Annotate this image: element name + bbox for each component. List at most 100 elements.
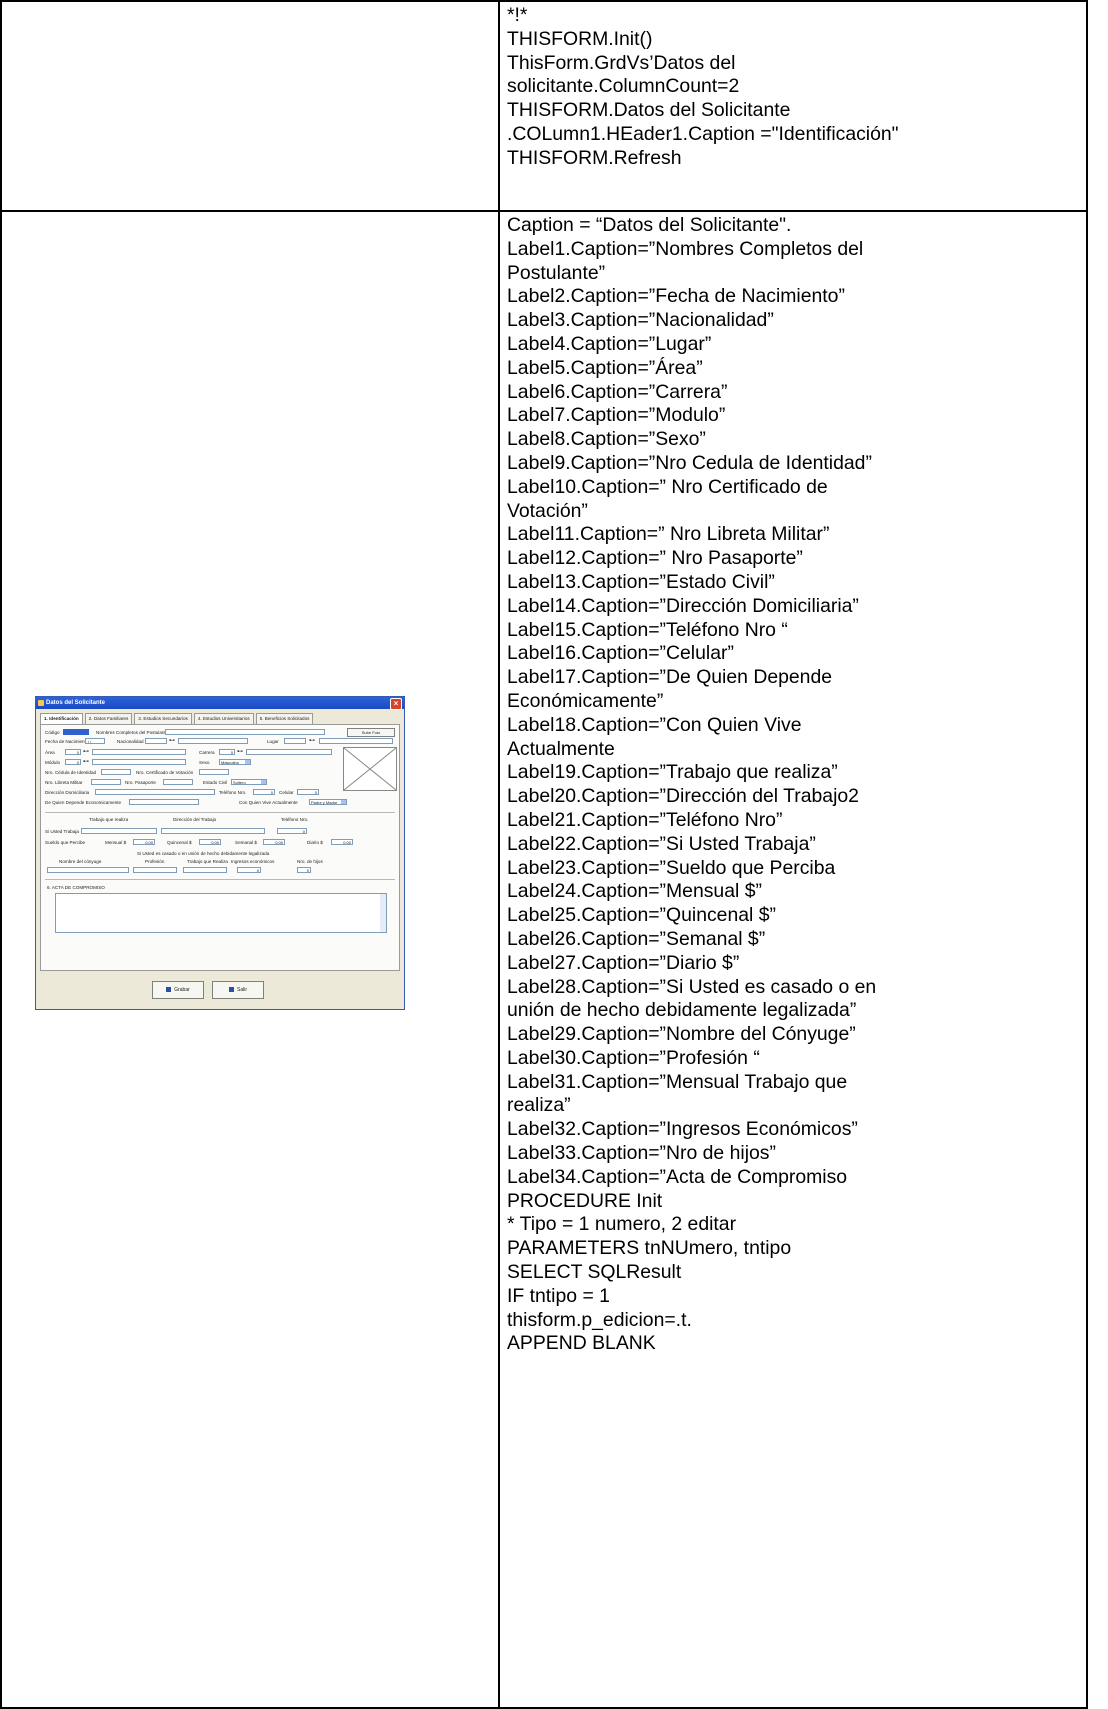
code-line: IF tntipo = 1 (507, 1284, 610, 1307)
binoculars-icon[interactable]: ⊷ (83, 759, 90, 765)
binoculars-icon[interactable]: ⊷ (169, 738, 176, 744)
binoculars-icon[interactable]: ⊷ (83, 749, 90, 755)
diario-field[interactable]: 0.00 (331, 839, 353, 845)
code-line: Votación” (507, 499, 588, 522)
dir-trabajo-field[interactable] (161, 828, 265, 834)
telefono-label: Teléfono Nro. (219, 790, 247, 795)
sexo-combo[interactable]: Masculino (219, 759, 251, 765)
code-line: Label7.Caption=”Modulo” (507, 404, 726, 427)
sexo-label: Sexo (199, 760, 210, 765)
nacionalidad-field[interactable] (145, 738, 167, 744)
libreta-field[interactable] (91, 779, 121, 785)
code-line: Label5.Caption=”Área” (507, 356, 703, 379)
code-line: Label9.Caption=”Nro Cedula de Identidad” (507, 451, 872, 474)
close-icon[interactable]: × (390, 698, 402, 710)
code-line: Label25.Caption=”Quincenal $” (507, 904, 776, 927)
certificado-field[interactable] (199, 769, 229, 775)
hijos-field[interactable]: 0 (297, 867, 311, 873)
pasaporte-field[interactable] (163, 779, 193, 785)
code-line: Label29.Caption=”Nombre del Cónyuge” (507, 1023, 856, 1046)
profesion-field[interactable] (133, 867, 177, 873)
conyuge-label: Nombre del cónyuge (59, 859, 102, 864)
sube-foto-button[interactable]: Sube Foto (347, 728, 395, 737)
code-line: Label13.Caption=”Estado Civil” (507, 570, 775, 593)
code-line: Label24.Caption=”Mensual $” (507, 880, 762, 903)
code-line: unión de hecho debidamente legalizada” (507, 999, 857, 1022)
code-line: Label19.Caption=”Trabajo que realiza” (507, 761, 838, 784)
code-line: Label16.Caption=”Celular” (507, 642, 734, 665)
mensual-field[interactable]: 0.00 (133, 839, 155, 845)
cedula-field[interactable] (101, 769, 131, 775)
code-line: Label26.Caption=”Semanal $” (507, 927, 766, 950)
save-icon (166, 987, 172, 993)
mensual-label: Mensual $ (105, 840, 127, 845)
grabar-button[interactable]: Grabar (152, 981, 204, 999)
carrera-field[interactable]: 0 (219, 749, 235, 755)
trabajo-realiza-label: Trabajo que Realiza (187, 859, 228, 864)
code-line: SELECT SQLResult (507, 1261, 682, 1284)
code-cell-top: *!* THISFORM.Init() ThisForm.GrdVs’Datos… (498, 0, 1088, 212)
trabajo-field[interactable] (81, 828, 157, 834)
salir-button[interactable]: Salir (212, 981, 264, 999)
code-line: Label31.Caption=”Mensual Trabajo que (507, 1070, 848, 1093)
semanal-field[interactable]: 0.00 (263, 839, 285, 845)
fecha-label: Fecha de Nacimiento (45, 739, 89, 744)
conyuge-field[interactable] (47, 867, 129, 873)
estado-civil-combo[interactable]: Soltero (231, 779, 267, 785)
telefono-field[interactable]: 0 (253, 789, 275, 795)
code-line: *!* (507, 4, 528, 26)
code-line: Label6.Caption=”Carrera” (507, 380, 728, 403)
semanal-label: Semanal $ (235, 840, 257, 845)
diario-label: Diario $ (307, 840, 323, 845)
code-line: Label18.Caption=”Con Quien Vive (507, 713, 802, 736)
code-line: Label12.Caption=” Nro Pasaporte” (507, 547, 803, 570)
nombres-field[interactable] (165, 729, 325, 735)
direccion-field[interactable] (95, 789, 215, 795)
hijos-label: Nro. de hijos (297, 859, 323, 864)
acta-memo[interactable] (55, 893, 387, 933)
area-label: Área (45, 750, 55, 755)
cedula-label: Nro. Cédula de Identidad (45, 770, 97, 775)
code-line: Label10.Caption=” Nro Certificado de (507, 475, 828, 498)
code-line: thisform.p_edicion=.t. (507, 1308, 692, 1331)
tel-trabajo-field[interactable]: 0 (277, 828, 307, 834)
code-line: Actualmente (507, 737, 615, 760)
code-block-bottom: Caption = “Datos del Solicitante". Label1… (500, 212, 1086, 1356)
form-panel: Código Nombres Completos del Postulante … (40, 724, 400, 971)
depende-field[interactable] (129, 799, 199, 805)
quincenal-field[interactable]: 0.00 (199, 839, 221, 845)
area-field[interactable]: 0 (65, 749, 81, 755)
binoculars-icon[interactable]: ⊷ (309, 738, 316, 744)
divider (45, 879, 395, 880)
ingresos-field[interactable]: 0 (237, 867, 261, 873)
certificado-label: Nro. Certificado de Votación (136, 770, 194, 775)
celular-field[interactable]: 0 (297, 789, 319, 795)
code-cell-bottom: Caption = “Datos del Solicitante". Label1… (498, 210, 1088, 1709)
code-line: Label15.Caption=”Teléfono Nro “ (507, 618, 788, 641)
trabajo-realiza-field[interactable] (183, 867, 227, 873)
lugar-label: Lugar (267, 739, 279, 744)
code-line: Label20.Caption=”Dirección del Trabajo2 (507, 785, 859, 808)
quincenal-label: Quincenal $ (167, 840, 192, 845)
code-line: THISFORM.Init() (507, 27, 653, 50)
code-line: .COLumn1.HEader1.Caption ="Identificació… (507, 122, 899, 145)
depende-label: De Quien Depende Economicamente (45, 800, 122, 805)
code-line: Label27.Caption=”Diario $” (507, 951, 740, 974)
code-line: Label22.Caption=”Si Usted Trabaja” (507, 832, 816, 855)
codigo-field[interactable] (63, 729, 89, 735)
code-line: Label21.Caption=”Teléfono Nro” (507, 808, 783, 831)
area-desc-field (92, 749, 186, 755)
photo-placeholder (343, 747, 397, 791)
lugar-field[interactable] (284, 738, 306, 744)
code-line: THISFORM.Refresh (507, 146, 682, 169)
scrollbar[interactable] (380, 894, 386, 932)
modulo-desc-field (92, 759, 186, 765)
ingresos-label: Ingresos económicos (231, 859, 275, 864)
vive-combo[interactable]: Padre y Madre (309, 799, 347, 805)
fecha-field[interactable]: / / (85, 738, 105, 744)
binoculars-icon[interactable]: ⊷ (237, 749, 244, 755)
modulo-field[interactable]: 0 (65, 759, 81, 765)
code-line: Label3.Caption=”Nacionalidad” (507, 309, 774, 332)
code-line: PROCEDURE Init (507, 1189, 663, 1212)
direccion-label: Dirección Domiciliaria (45, 790, 90, 795)
